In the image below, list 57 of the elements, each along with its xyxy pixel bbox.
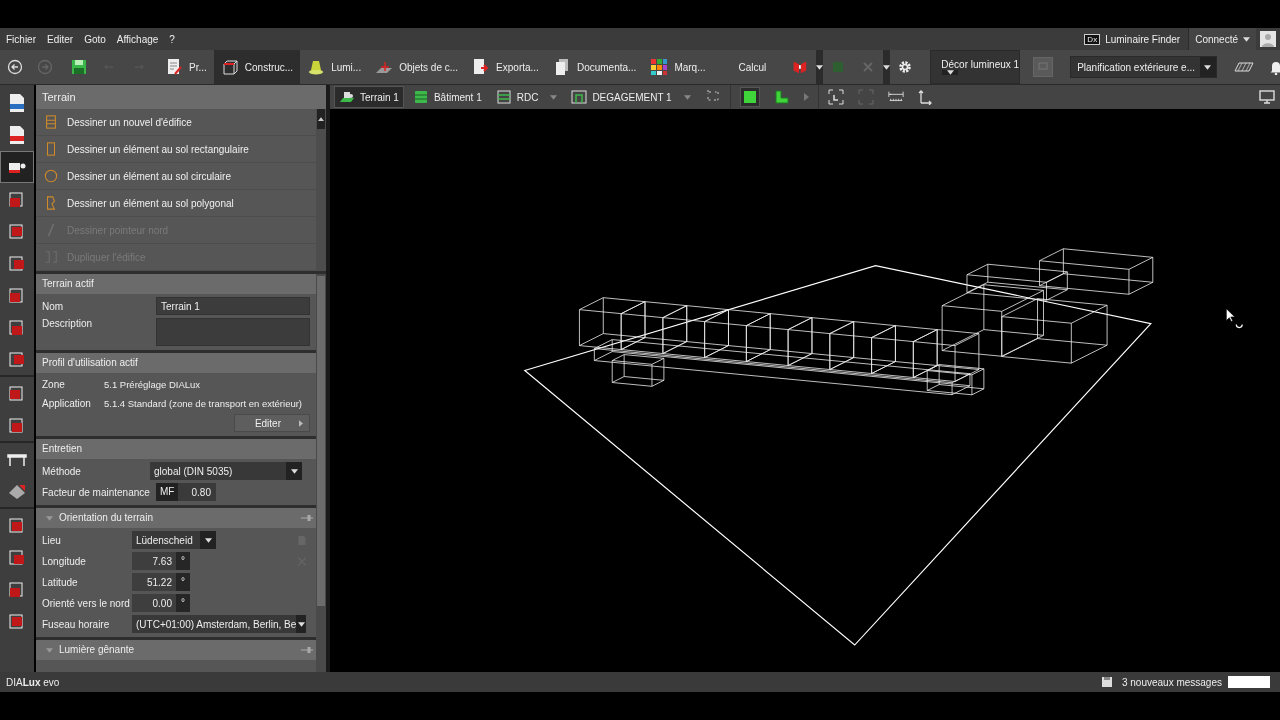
method-dropdown[interactable]: global (DIN 5035) <box>150 462 302 480</box>
account-menu[interactable]: Connecté <box>1188 28 1256 50</box>
field-label: Description <box>42 318 94 329</box>
mode-tab[interactable]: Pr... <box>158 50 214 84</box>
breadcrumb-item[interactable]: Terrain 1 <box>334 86 404 108</box>
breadcrumb-item[interactable]: DEGAGEMENT 1 <box>566 86 696 108</box>
mode-tab[interactable]: Construc... <box>213 50 301 84</box>
app-name: DIALux evo <box>6 676 60 688</box>
breadcrumb-item[interactable]: Bâtiment 1 <box>407 86 487 108</box>
mode-tab[interactable]: Exporta... <box>465 50 546 84</box>
section-header: Profil d'utilisation actif <box>36 353 316 373</box>
field-label: Lieu <box>42 534 62 546</box>
luminaire-finder-button[interactable]: Dx Luminaire Finder <box>1076 28 1189 50</box>
field-label: Latitude <box>42 576 79 588</box>
light-scene-dropdown[interactable]: Décor lumineux 1 <box>930 50 1021 84</box>
mode-tab[interactable]: Objets de c... <box>368 50 466 84</box>
tool-item[interactable]: Dessiner un nouvel d'édifice <box>36 109 316 136</box>
menu-item[interactable]: Fichier <box>6 33 36 45</box>
menu-item[interactable]: Affichage <box>116 33 159 45</box>
panel-title: Terrain <box>36 85 326 109</box>
location-dropdown[interactable]: Lüdenscheid <box>132 531 216 549</box>
field-label: Application <box>42 397 92 409</box>
breadcrumb-item[interactable]: RDC <box>490 86 563 108</box>
number-field[interactable]: 7.63 ° <box>132 552 190 570</box>
mode-tab[interactable]: Lumi... <box>300 50 369 84</box>
messages-link[interactable]: 3 nouveaux messages <box>1121 676 1222 688</box>
section-header[interactable]: Orientation du terrain <box>36 508 316 528</box>
number-field[interactable]: 0.00 ° <box>132 594 190 612</box>
field-value: 5.1 Préréglage DIALux <box>104 378 201 390</box>
tool-item[interactable]: Dessiner un élément au sol circulaire <box>36 163 316 190</box>
number-field[interactable]: 51.22 ° <box>132 573 190 591</box>
calculation-label: Calcul <box>738 61 767 73</box>
field-label: Orienté vers le nord <box>42 597 131 609</box>
mode-tab[interactable]: Documenta... <box>545 50 644 84</box>
tool-item[interactable]: Dessiner un élément au sol polygonal <box>36 190 316 217</box>
field-label: Nom <box>42 300 65 312</box>
section-header: Entretien <box>36 439 316 459</box>
field-label: Zone <box>42 378 66 390</box>
edit-button[interactable]: Editer <box>234 414 310 432</box>
section-header[interactable]: Lumière gênante <box>36 640 316 660</box>
tool-item[interactable]: Dessiner un élément au sol rectangulaire <box>36 136 316 163</box>
field-value: 5.1.4 Standard (zone de transport en extérieur) <box>104 397 303 409</box>
section-header: Terrain actif <box>36 274 316 294</box>
planning-mode-dropdown[interactable]: Planification extérieure e... <box>1070 56 1217 78</box>
menu-item[interactable]: Editer <box>47 33 74 45</box>
section-title: Lumière gênante <box>59 643 135 657</box>
field-label: Longitude <box>42 555 87 567</box>
field-label: Fuseau horaire <box>42 618 111 630</box>
field-label: Facteur de maintenance <box>42 486 151 498</box>
name-field[interactable]: Terrain 1 <box>156 297 310 315</box>
mode-tab[interactable]: Marq... <box>643 50 713 84</box>
menu-item[interactable]: ? <box>169 33 175 45</box>
timezone-dropdown[interactable]: (UTC+01:00) Amsterdam, Berlin, Be <box>132 615 306 633</box>
menu-item[interactable]: Goto <box>84 33 106 45</box>
section-title: Orientation du terrain <box>59 511 153 525</box>
maintenance-factor-field[interactable]: MF 0.80 <box>156 483 216 501</box>
field-label: Méthode <box>42 465 82 477</box>
